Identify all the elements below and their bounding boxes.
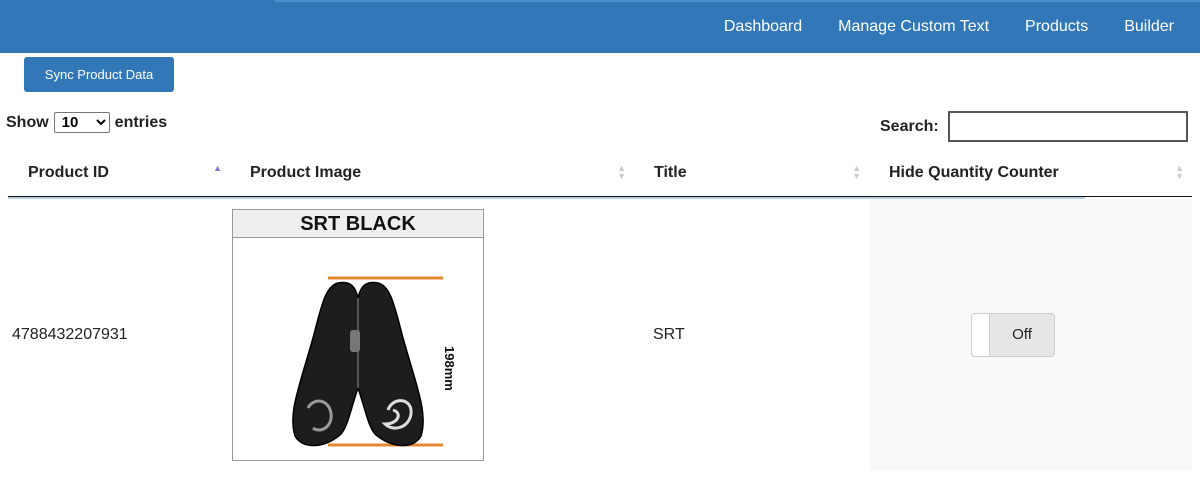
nav-products[interactable]: Products — [1007, 0, 1106, 53]
dimension-label: 198mm — [442, 346, 457, 391]
col-header-product-image[interactable]: Product Image ▲ ▼ — [230, 150, 634, 197]
sync-product-data-button[interactable]: Sync Product Data — [24, 57, 174, 92]
col-header-hide-quantity-counter[interactable]: Hide Quantity Counter ▲ ▼ — [869, 150, 1192, 197]
saddle-illustration: 198mm — [292, 276, 457, 446]
entries-select[interactable]: 10 — [53, 112, 110, 133]
search-control: Search: — [880, 111, 1188, 142]
toggle-knob — [972, 313, 990, 356]
sort-both-icon: ▲ ▼ — [852, 163, 861, 181]
product-image-title: SRT BLACK — [233, 209, 483, 238]
nav-builder[interactable]: Builder — [1106, 0, 1200, 53]
sort-both-icon: ▲ ▼ — [617, 163, 626, 181]
entries-length-control: Show 10 entries — [6, 112, 167, 133]
table-row: 4788432207931 SRT BLACK 198mm SRT Off — [8, 198, 1192, 471]
search-input[interactable] — [947, 111, 1188, 142]
search-label: Search: — [880, 117, 939, 135]
col-header-title[interactable]: Title ▲ ▼ — [634, 150, 869, 197]
product-title-cell: SRT — [653, 325, 685, 343]
top-navbar: Dashboard Manage Custom Text Products Bu… — [0, 0, 1200, 53]
toggle-state-label: Off — [1012, 326, 1032, 343]
product-id-cell: 4788432207931 — [12, 325, 128, 343]
main-nav: Dashboard Manage Custom Text Products Bu… — [706, 0, 1200, 53]
nav-dashboard[interactable]: Dashboard — [706, 0, 820, 53]
products-table: Product ID ▲ Product Image ▲ ▼ Title ▲ ▼ H… — [8, 150, 1192, 471]
hide-quantity-toggle[interactable]: Off — [971, 312, 1055, 357]
show-label: Show — [6, 113, 49, 131]
col-header-product-id[interactable]: Product ID ▲ — [8, 150, 230, 197]
product-image: SRT BLACK 198mm — [232, 208, 484, 461]
sort-ascending-icon: ▲ — [213, 163, 222, 173]
nav-manage-custom-text[interactable]: Manage Custom Text — [820, 0, 1007, 53]
entries-label: entries — [114, 113, 168, 131]
sort-both-icon: ▲ ▼ — [1175, 163, 1184, 181]
